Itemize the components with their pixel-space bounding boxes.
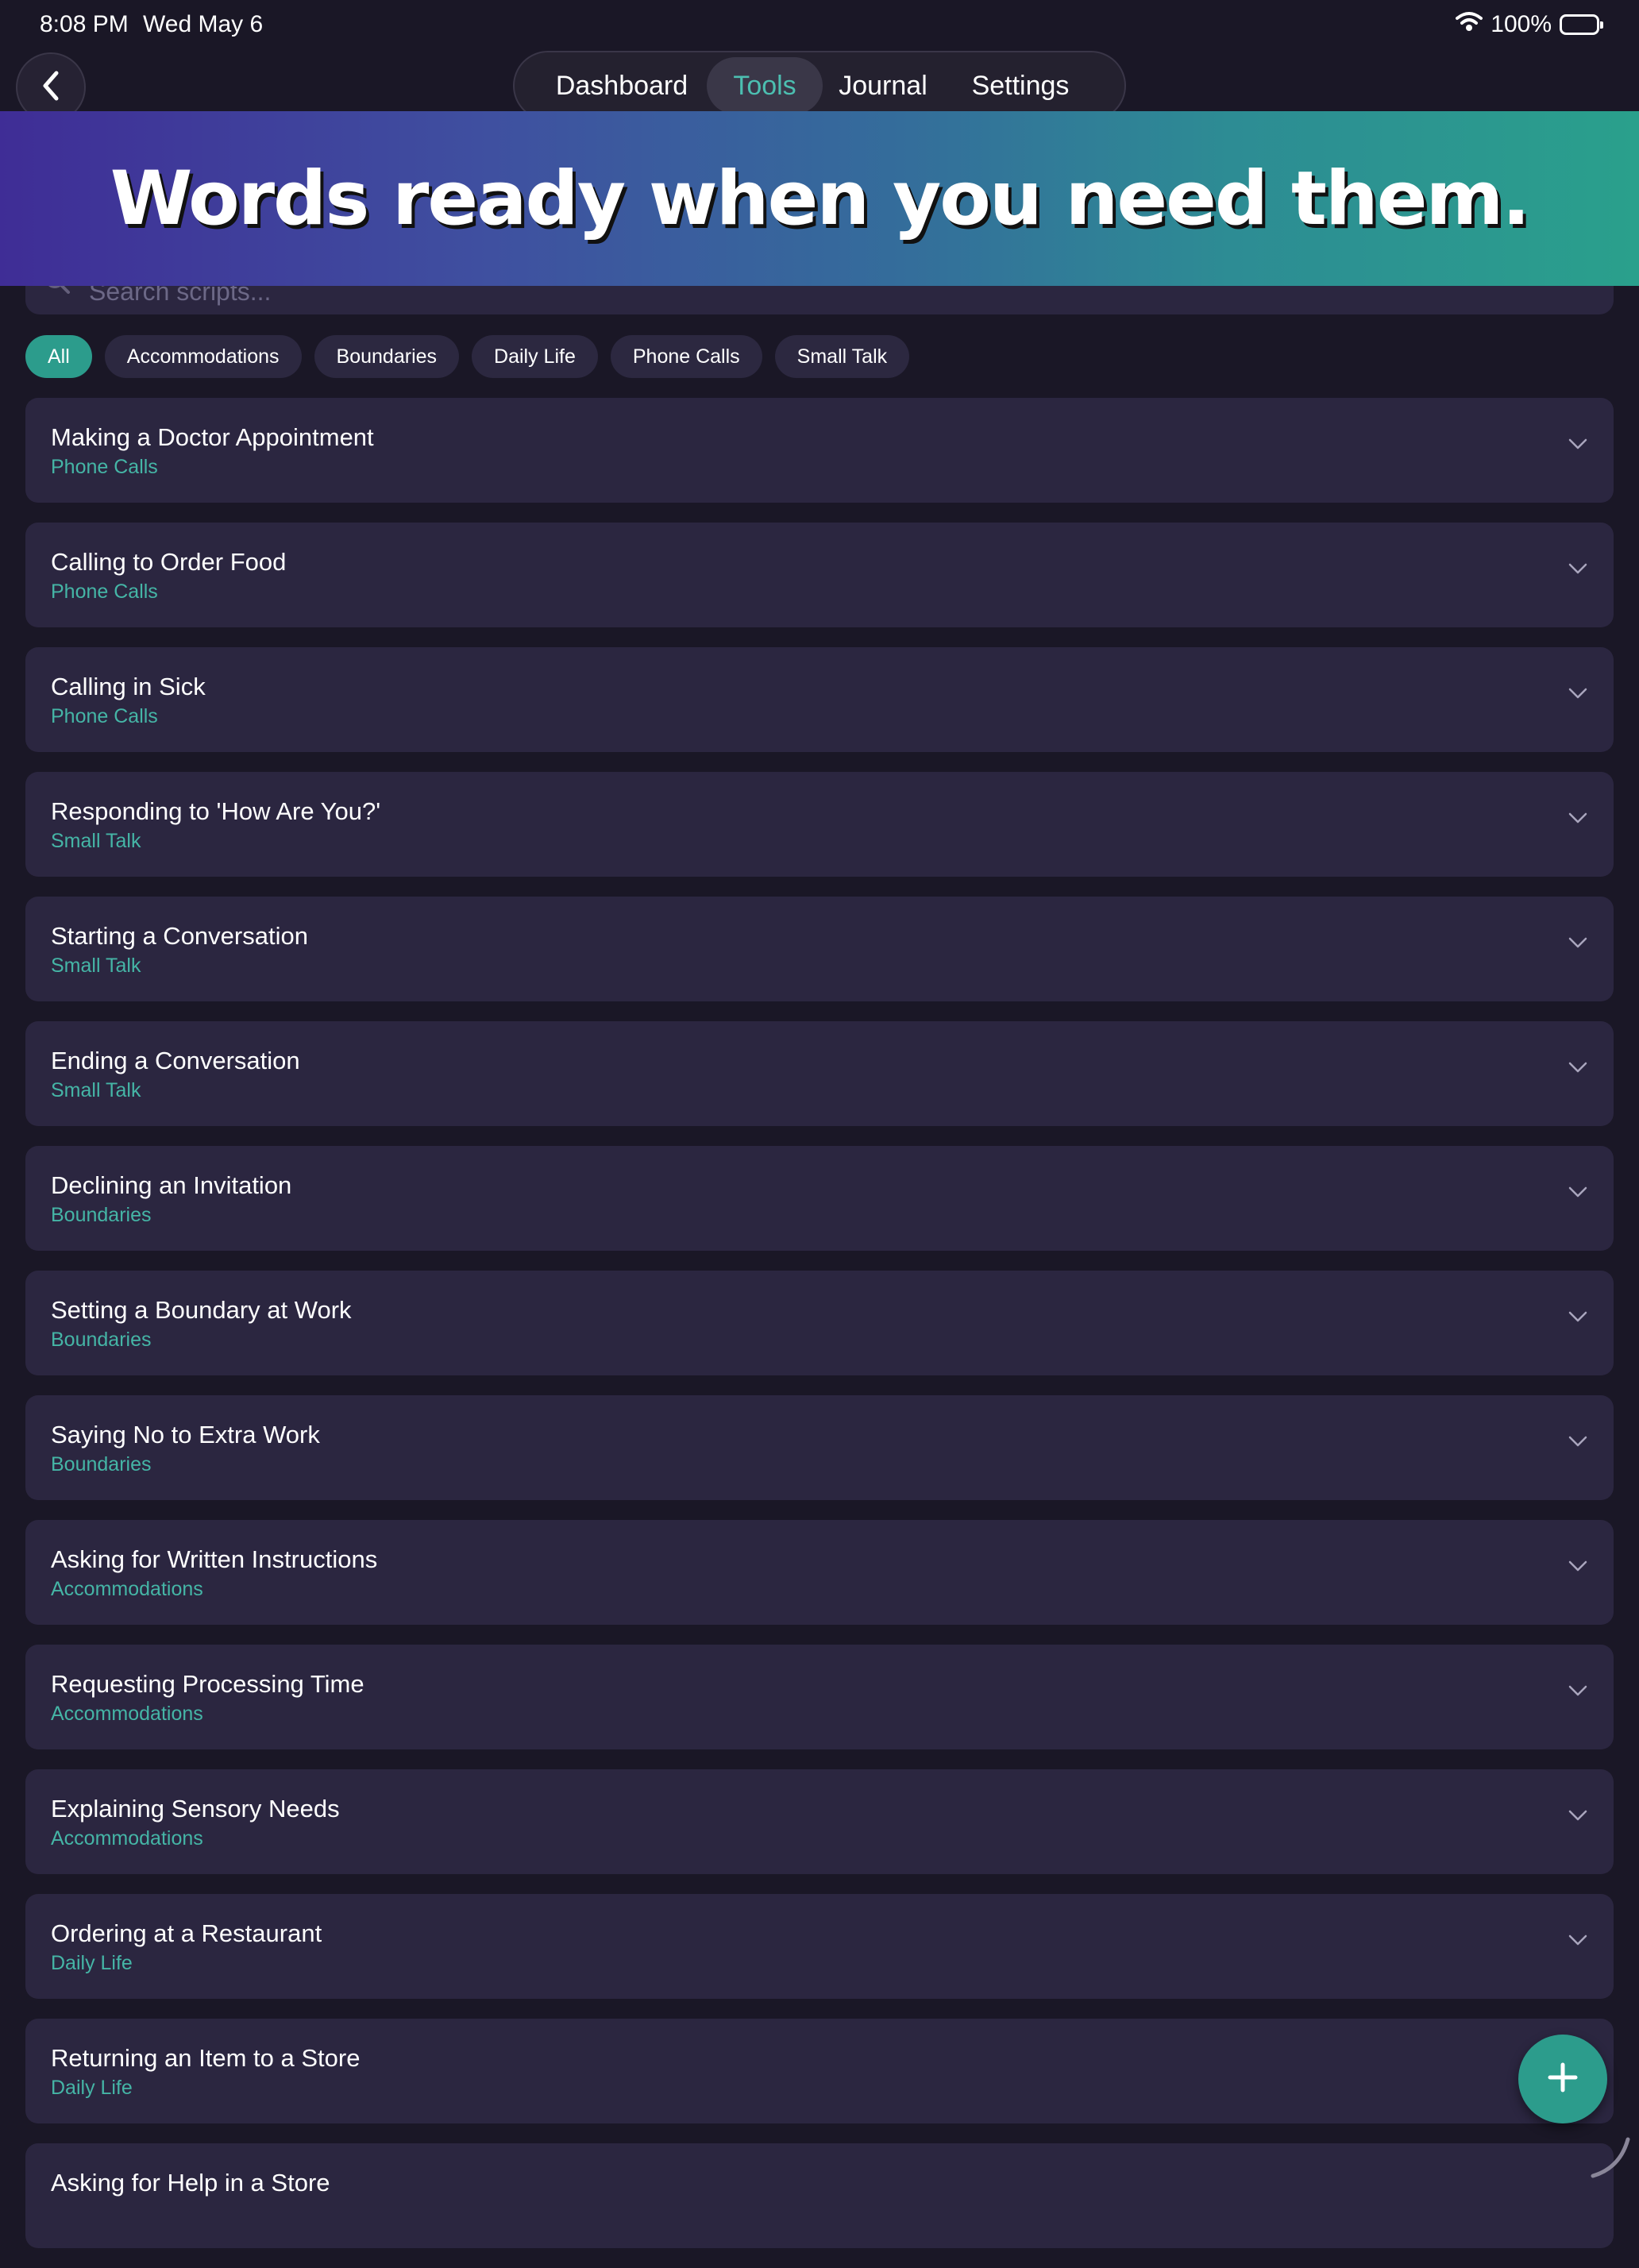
script-title: Responding to 'How Are You?' (51, 797, 381, 825)
script-category: Accommodations (51, 1827, 203, 1850)
script-title: Returning an Item to a Store (51, 2044, 361, 2072)
banner-headline: Words ready when you need them. (110, 155, 1530, 242)
chevron-down-icon[interactable] (1568, 1186, 1588, 1202)
script-card[interactable]: Asking for Help in a Store (25, 2143, 1614, 2248)
chevron-down-icon[interactable] (1568, 1809, 1588, 1826)
script-title: Starting a Conversation (51, 922, 308, 950)
script-title: Declining an Invitation (51, 1171, 292, 1199)
battery-icon (1560, 14, 1603, 35)
status-right: 100% (1456, 11, 1603, 38)
script-title: Calling in Sick (51, 673, 206, 700)
wifi-icon (1456, 11, 1483, 38)
filter-chip-all[interactable]: All (25, 335, 92, 378)
script-title: Making a Doctor Appointment (51, 423, 374, 451)
filter-chip-phone-calls[interactable]: Phone Calls (610, 335, 762, 378)
script-card[interactable]: Saying No to Extra Work Boundaries (25, 1395, 1614, 1500)
script-category: Small Talk (51, 1079, 141, 1101)
filter-chip-daily-life[interactable]: Daily Life (472, 335, 598, 378)
script-list: Making a Doctor Appointment Phone Calls … (25, 398, 1614, 2268)
add-script-button[interactable] (1518, 2035, 1607, 2123)
script-title: Asking for Help in a Store (51, 2169, 330, 2197)
script-category: Daily Life (51, 2077, 133, 2099)
script-category: Daily Life (51, 1952, 133, 1974)
script-category: Accommodations (51, 1703, 203, 1725)
script-category: Boundaries (51, 1453, 152, 1475)
script-title: Setting a Boundary at Work (51, 1296, 352, 1324)
script-category: Phone Calls (51, 705, 158, 727)
script-category: Boundaries (51, 1329, 152, 1351)
tab-settings[interactable]: Settings (953, 57, 1088, 114)
scroll-indicator (1588, 2136, 1633, 2185)
chevron-down-icon[interactable] (1568, 562, 1588, 579)
script-card[interactable]: Asking for Written Instructions Accommod… (25, 1520, 1614, 1625)
chevron-down-icon[interactable] (1568, 1061, 1588, 1078)
chevron-left-icon (39, 68, 63, 107)
script-category: Phone Calls (51, 456, 158, 478)
chevron-down-icon[interactable] (1568, 687, 1588, 704)
filter-chip-accommodations[interactable]: Accommodations (104, 335, 302, 378)
script-title: Calling to Order Food (51, 548, 287, 576)
script-category: Small Talk (51, 955, 141, 977)
script-card[interactable]: Ordering at a Restaurant Daily Life (25, 1894, 1614, 1999)
script-card[interactable]: Ending a Conversation Small Talk (25, 1021, 1614, 1126)
tab-journal[interactable]: Journal (827, 57, 939, 114)
promo-banner: Words ready when you need them. (0, 111, 1639, 286)
script-card[interactable]: Requesting Processing Time Accommodation… (25, 1645, 1614, 1749)
filter-chip-small-talk[interactable]: Small Talk (774, 335, 910, 378)
script-title: Explaining Sensory Needs (51, 1795, 340, 1822)
battery-percent: 100% (1491, 11, 1552, 37)
status-time: 8:08 PM (40, 11, 129, 37)
filter-chip-boundaries[interactable]: Boundaries (314, 335, 460, 378)
script-card[interactable]: Making a Doctor Appointment Phone Calls (25, 398, 1614, 503)
chevron-down-icon[interactable] (1568, 438, 1588, 454)
tab-dashboard[interactable]: Dashboard (532, 57, 712, 114)
script-card[interactable]: Explaining Sensory Needs Accommodations (25, 1769, 1614, 1874)
script-title: Asking for Written Instructions (51, 1545, 378, 1573)
chevron-down-icon[interactable] (1568, 1934, 1588, 1950)
script-card[interactable]: Calling in Sick Phone Calls (25, 647, 1614, 752)
script-card[interactable]: Responding to 'How Are You?' Small Talk (25, 772, 1614, 877)
script-card[interactable]: Setting a Boundary at Work Boundaries (25, 1271, 1614, 1375)
script-title: Requesting Processing Time (51, 1670, 364, 1698)
chevron-down-icon[interactable] (1568, 1310, 1588, 1327)
script-card[interactable]: Declining an Invitation Boundaries (25, 1146, 1614, 1251)
script-category: Small Talk (51, 830, 141, 852)
plus-icon (1545, 2060, 1580, 2099)
script-category: Accommodations (51, 1578, 203, 1600)
script-title: Ending a Conversation (51, 1047, 300, 1074)
chevron-down-icon[interactable] (1568, 1435, 1588, 1452)
script-card[interactable]: Returning an Item to a Store Daily Life (25, 2019, 1614, 2123)
chevron-down-icon[interactable] (1568, 1560, 1588, 1576)
script-category: Phone Calls (51, 580, 158, 603)
status-date: Wed May 6 (143, 11, 264, 37)
status-bar: 8:08 PM Wed May 6 100% (0, 0, 1639, 51)
category-filters: All Accommodations Boundaries Daily Life… (25, 335, 910, 378)
chevron-down-icon[interactable] (1568, 1684, 1588, 1701)
script-title: Ordering at a Restaurant (51, 1919, 322, 1947)
script-category: Boundaries (51, 1204, 152, 1226)
chevron-down-icon[interactable] (1568, 812, 1588, 828)
script-card[interactable]: Calling to Order Food Phone Calls (25, 523, 1614, 627)
script-title: Saying No to Extra Work (51, 1421, 320, 1448)
tab-tools[interactable]: Tools (707, 57, 823, 114)
main-nav: Dashboard Tools Journal Settings (513, 51, 1126, 121)
chevron-down-icon[interactable] (1568, 936, 1588, 953)
script-card[interactable]: Starting a Conversation Small Talk (25, 897, 1614, 1001)
